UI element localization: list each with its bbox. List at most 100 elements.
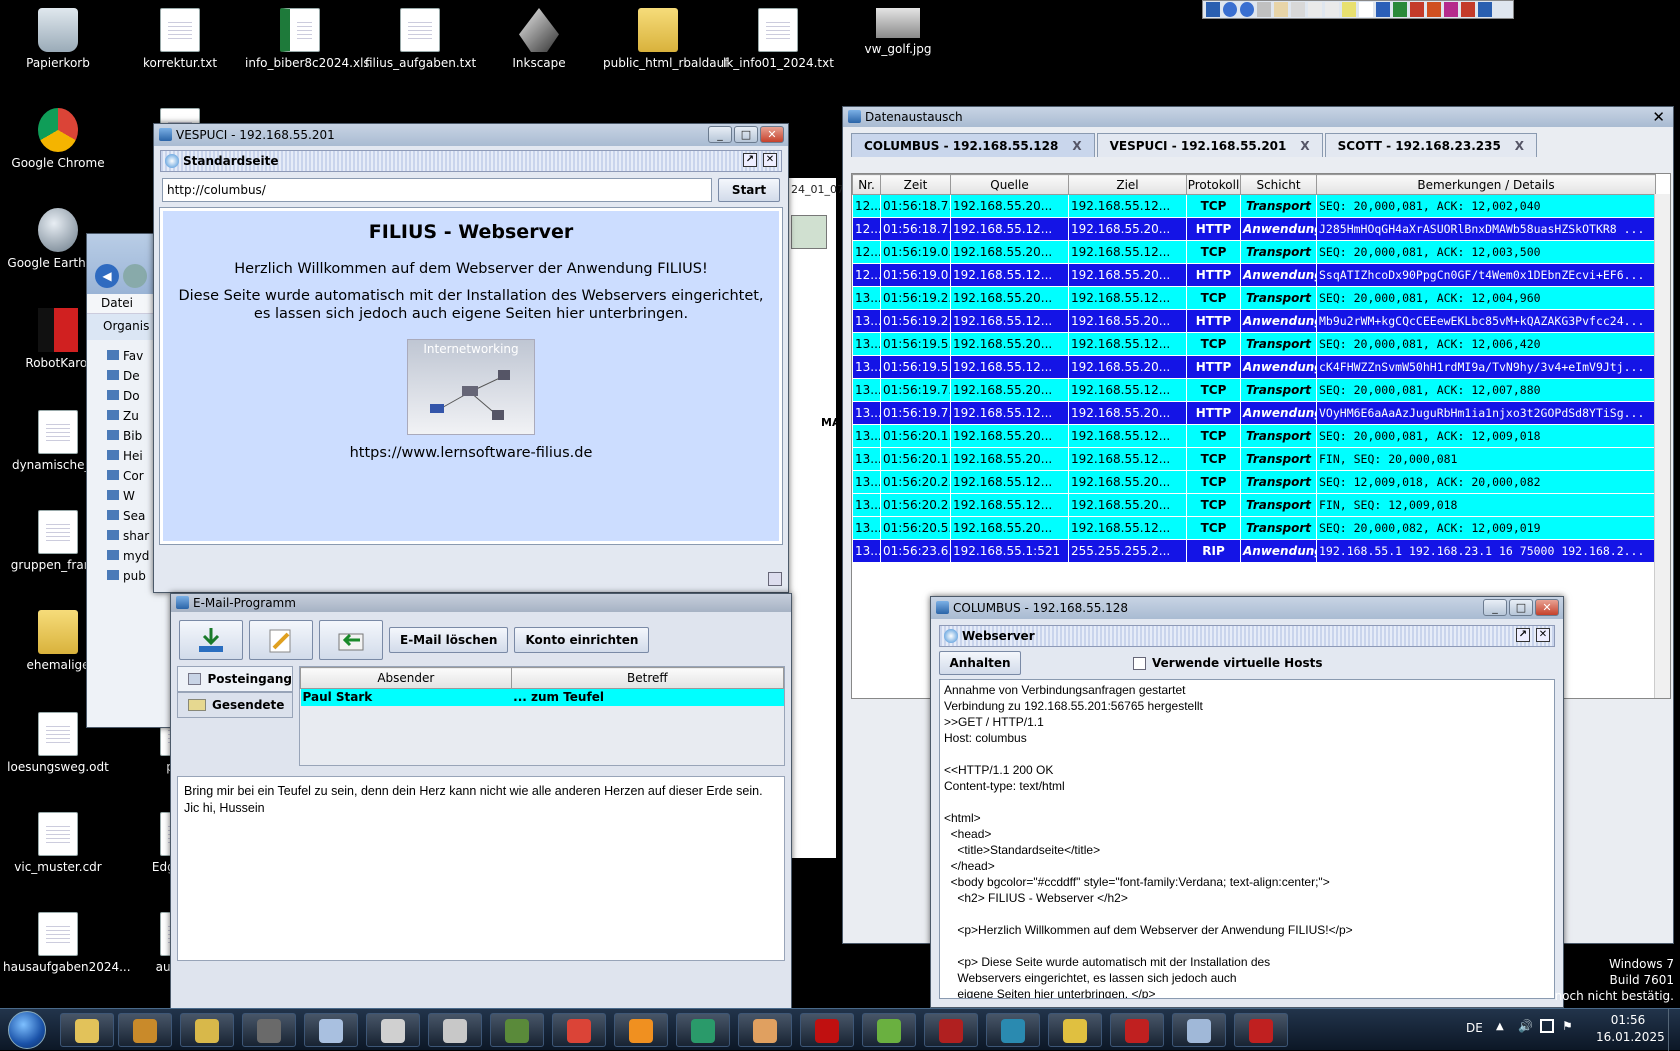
email-titlebar[interactable]: E-Mail-Programm: [171, 594, 791, 612]
taskbar-app-button[interactable]: [924, 1013, 978, 1047]
column-sender[interactable]: Absender: [300, 667, 512, 689]
tab-close-button[interactable]: X: [1300, 139, 1309, 153]
flag-icon[interactable]: ⚑: [1562, 1019, 1573, 1033]
quick-launch-icon[interactable]: [1461, 2, 1475, 17]
taskbar-app-button[interactable]: [180, 1013, 234, 1047]
table-row[interactable]: 13...01:56:20.2...192.168.55.12...192.16…: [852, 493, 1656, 517]
taskbar-app-button[interactable]: [242, 1013, 296, 1047]
close-button[interactable]: ✕: [1535, 599, 1559, 616]
webserver-panel-titlebar[interactable]: Webserver ↗ ✕: [939, 625, 1555, 647]
table-row[interactable]: 12...01:56:18.7...192.168.55.20...192.16…: [852, 194, 1656, 218]
quick-launch-icon[interactable]: [1291, 2, 1305, 17]
taskbar-app-button[interactable]: [118, 1013, 172, 1047]
column-header[interactable]: Nr.: [852, 174, 881, 195]
filius-website-link[interactable]: https://www.lernsoftware-filius.de: [163, 445, 779, 461]
quick-launch-icon[interactable]: [1478, 2, 1492, 17]
quick-launch-icon[interactable]: [1410, 2, 1424, 17]
close-icon[interactable]: ✕: [1652, 108, 1665, 126]
quick-launch-icon[interactable]: [1274, 2, 1288, 17]
minimize-button[interactable]: _: [708, 126, 732, 143]
close-button[interactable]: ✕: [760, 126, 784, 143]
close-icon[interactable]: ✕: [1536, 628, 1550, 642]
tab-2[interactable]: VESPUCI - 192.168.55.201 X: [1096, 133, 1323, 157]
show-desktop-button[interactable]: [1668, 1009, 1680, 1051]
maximize-button[interactable]: □: [734, 126, 758, 143]
taskbar-app-button[interactable]: [552, 1013, 606, 1047]
desktop-icon[interactable]: info_biber8c2024.xls: [245, 8, 370, 70]
table-row[interactable]: 13...01:56:19.7...192.168.55.20...192.16…: [852, 378, 1656, 402]
vespuci-titlebar[interactable]: VESPUCI - 192.168.55.201 _ □ ✕: [154, 124, 788, 146]
table-row[interactable]: 12...01:56:19.0...192.168.55.20...192.16…: [852, 240, 1656, 264]
delete-mail-button[interactable]: E-Mail löschen: [389, 627, 509, 653]
taskbar-app-button[interactable]: [428, 1013, 482, 1047]
taskbar-explorer-button[interactable]: [60, 1013, 114, 1047]
table-row[interactable]: 13...01:56:19.5...192.168.55.20...192.16…: [852, 332, 1656, 356]
table-row[interactable]: 13...01:56:19.2...192.168.55.12...192.16…: [852, 309, 1656, 333]
filius-green-arrow-icon[interactable]: [791, 215, 827, 249]
fetch-mail-button[interactable]: [179, 620, 243, 660]
taskbar-app-button[interactable]: [366, 1013, 420, 1047]
desktop-icon[interactable]: filius_aufgaben.txt: [365, 8, 476, 70]
tab-3[interactable]: SCOTT - 192.168.23.235 X: [1324, 133, 1538, 157]
table-row[interactable]: 13...01:56:20.5...192.168.55.20...192.16…: [852, 516, 1656, 540]
desktop-icon[interactable]: Inkscape: [484, 8, 594, 70]
taskbar-app-button[interactable]: [1172, 1013, 1226, 1047]
column-header[interactable]: Quelle: [950, 174, 1069, 195]
table-row[interactable]: 13...01:56:19.5...192.168.55.12...192.16…: [852, 355, 1656, 379]
taskbar-app-button[interactable]: [614, 1013, 668, 1047]
quick-launch-icon[interactable]: [1427, 2, 1441, 17]
desktop-icon[interactable]: vic_muster.cdr: [3, 812, 113, 874]
column-header[interactable]: Protokoll: [1186, 174, 1241, 195]
compose-mail-button[interactable]: [249, 620, 313, 660]
mail-body[interactable]: Bring mir bei ein Teufel zu sein, denn d…: [177, 776, 785, 961]
desktop-icon[interactable]: hausaufgaben2024...: [3, 912, 131, 974]
tab-close-button[interactable]: X: [1072, 139, 1081, 153]
quick-launch-icon[interactable]: [1223, 2, 1237, 17]
table-row[interactable]: 13...01:56:23.6...192.168.55.1:521255.25…: [852, 539, 1656, 563]
quick-launch-icon[interactable]: [1240, 2, 1254, 17]
volume-icon[interactable]: 🔊: [1518, 1019, 1533, 1033]
column-header[interactable]: Bemerkungen / Details: [1316, 174, 1656, 195]
vhost-checkbox[interactable]: [1133, 656, 1146, 670]
forward-arrow-icon[interactable]: [123, 264, 147, 288]
column-subject[interactable]: Betreff: [510, 667, 785, 689]
table-row[interactable]: 13...01:56:19.7...192.168.55.12...192.16…: [852, 401, 1656, 425]
language-indicator[interactable]: DE: [1466, 1021, 1483, 1035]
table-row[interactable]: 13...01:56:19.2...192.168.55.20...192.16…: [852, 286, 1656, 310]
folder-inbox[interactable]: Posteingang: [177, 666, 293, 692]
mail-row[interactable]: Paul Stark... zum Teufel: [300, 688, 784, 706]
quick-launch-icon[interactable]: [1376, 2, 1390, 17]
taskbar-app-button[interactable]: [862, 1013, 916, 1047]
column-header[interactable]: Schicht: [1240, 174, 1317, 195]
setup-account-button[interactable]: Konto einrichten: [514, 627, 650, 653]
tab-1[interactable]: COLUMBUS - 192.168.55.128 X: [851, 133, 1095, 157]
table-row[interactable]: 13...01:56:20.1...192.168.55.20...192.16…: [852, 447, 1656, 471]
quick-launch-icon[interactable]: [1444, 2, 1458, 17]
taskbar-app-button[interactable]: [1110, 1013, 1164, 1047]
network-icon[interactable]: [1540, 1019, 1554, 1033]
browser-titlebar[interactable]: Standardseite ↗ ✕: [160, 150, 782, 172]
taskbar-app-button[interactable]: [304, 1013, 358, 1047]
undock-icon[interactable]: ↗: [743, 153, 757, 167]
quick-launch-icon[interactable]: [1393, 2, 1407, 17]
taskbar-app-button[interactable]: [800, 1013, 854, 1047]
table-row[interactable]: 12...01:56:19.0...192.168.55.12...192.16…: [852, 263, 1656, 287]
clock[interactable]: 01:56 16.01.2025: [1596, 1012, 1665, 1046]
desktop-icon[interactable]: vw_golf.jpg: [843, 8, 953, 56]
desktop-icon[interactable]: public_html_rbaldauf: [603, 8, 728, 70]
quick-launch-icon[interactable]: [1308, 2, 1322, 17]
column-header[interactable]: Zeit: [880, 174, 951, 195]
back-arrow-icon[interactable]: ◀: [95, 264, 119, 288]
maximize-button[interactable]: □: [1509, 599, 1533, 616]
folder-sent[interactable]: Gesendete: [177, 692, 293, 718]
taskbar-app-button[interactable]: [986, 1013, 1040, 1047]
taskbar-app-button[interactable]: [1234, 1013, 1288, 1047]
table-row[interactable]: 13...01:56:20.1...192.168.55.20...192.16…: [852, 424, 1656, 448]
table-row[interactable]: 12...01:56:18.7...192.168.55.12...192.16…: [852, 217, 1656, 241]
quick-launch-icon[interactable]: [1359, 2, 1373, 17]
tray-up-arrow-icon[interactable]: ▲: [1496, 1021, 1504, 1032]
quick-launch-icon[interactable]: [1325, 2, 1339, 17]
vertical-scrollbar[interactable]: [1654, 194, 1670, 698]
taskbar-app-button[interactable]: [676, 1013, 730, 1047]
minimize-button[interactable]: _: [1483, 599, 1507, 616]
